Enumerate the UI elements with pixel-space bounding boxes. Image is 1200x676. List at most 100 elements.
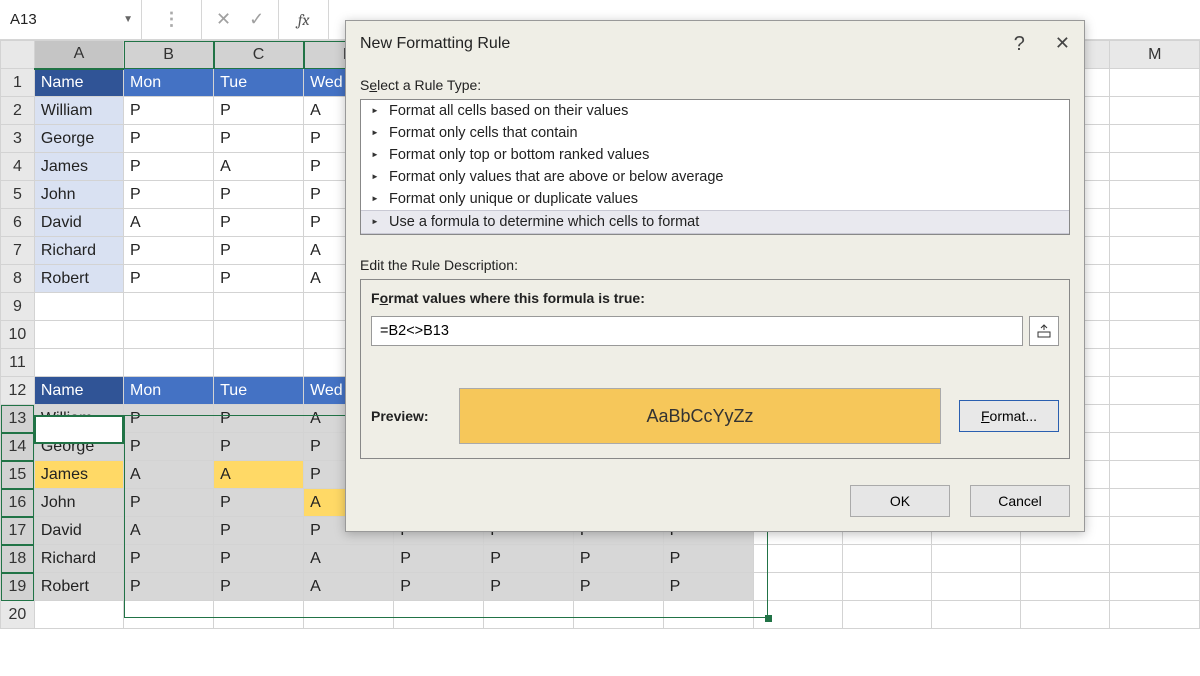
cell-C17[interactable]: P — [214, 517, 304, 545]
row-header-16[interactable]: 16 — [1, 489, 35, 517]
cell-D19[interactable]: A — [304, 573, 394, 601]
row-header-6[interactable]: 6 — [1, 209, 35, 237]
cell-B1[interactable]: Mon — [124, 69, 214, 97]
cell-A10[interactable] — [34, 321, 123, 349]
row-header-13[interactable]: 13 — [1, 405, 35, 433]
rule-type-option-5[interactable]: Use a formula to determine which cells t… — [361, 210, 1069, 234]
cell-F20[interactable] — [484, 601, 574, 629]
cell-I18[interactable] — [753, 545, 842, 573]
cell-E18[interactable]: P — [394, 545, 484, 573]
dialog-titlebar[interactable]: New Formatting Rule ? ✕ — [346, 21, 1084, 67]
cell-M20[interactable] — [1110, 601, 1200, 629]
cell-M3[interactable] — [1110, 125, 1200, 153]
select-all-corner[interactable] — [1, 41, 35, 69]
cell-M11[interactable] — [1110, 349, 1200, 377]
cell-M19[interactable] — [1110, 573, 1200, 601]
cell-F19[interactable]: P — [484, 573, 574, 601]
cell-G19[interactable]: P — [573, 573, 663, 601]
row-header-14[interactable]: 14 — [1, 433, 35, 461]
cell-C13[interactable]: P — [214, 405, 304, 433]
col-header-A[interactable]: A — [34, 41, 123, 69]
cell-E20[interactable] — [394, 601, 484, 629]
cell-G18[interactable]: P — [573, 545, 663, 573]
name-box[interactable]: A13 ▼ — [0, 0, 142, 39]
cell-E19[interactable]: P — [394, 573, 484, 601]
col-header-B[interactable]: B — [124, 41, 214, 69]
cell-B3[interactable]: P — [124, 125, 214, 153]
cell-C10[interactable] — [214, 321, 304, 349]
cell-M5[interactable] — [1110, 181, 1200, 209]
cell-A18[interactable]: Richard — [34, 545, 123, 573]
col-header-C[interactable]: C — [214, 41, 304, 69]
cell-C6[interactable]: P — [214, 209, 304, 237]
cell-C11[interactable] — [214, 349, 304, 377]
row-header-1[interactable]: 1 — [1, 69, 35, 97]
cell-A17[interactable]: David — [34, 517, 123, 545]
cell-B19[interactable]: P — [124, 573, 214, 601]
rule-type-option-4[interactable]: Format only unique or duplicate values — [361, 188, 1069, 210]
cell-C4[interactable]: A — [214, 153, 304, 181]
cell-H20[interactable] — [663, 601, 753, 629]
chevron-down-icon[interactable]: ▼ — [123, 14, 133, 25]
cell-A5[interactable]: John — [34, 181, 123, 209]
cell-B4[interactable]: P — [124, 153, 214, 181]
format-button[interactable]: Format... — [959, 400, 1059, 432]
cell-B15[interactable]: A — [124, 461, 214, 489]
formula-input[interactable] — [371, 316, 1023, 346]
rule-type-list[interactable]: Format all cells based on their valuesFo… — [360, 99, 1070, 235]
cell-K20[interactable] — [931, 601, 1020, 629]
cell-K18[interactable] — [931, 545, 1020, 573]
cell-A20[interactable] — [34, 601, 123, 629]
cancel-button[interactable]: Cancel — [970, 485, 1070, 517]
close-icon[interactable]: ✕ — [1055, 33, 1070, 56]
rule-type-option-1[interactable]: Format only cells that contain — [361, 122, 1069, 144]
row-header-18[interactable]: 18 — [1, 545, 35, 573]
cell-C1[interactable]: Tue — [214, 69, 304, 97]
row-header-12[interactable]: 12 — [1, 377, 35, 405]
cell-M2[interactable] — [1110, 97, 1200, 125]
cell-C7[interactable]: P — [214, 237, 304, 265]
cell-M1[interactable] — [1110, 69, 1200, 97]
row-header-11[interactable]: 11 — [1, 349, 35, 377]
cell-B13[interactable]: P — [124, 405, 214, 433]
cell-D18[interactable]: A — [304, 545, 394, 573]
row-header-8[interactable]: 8 — [1, 265, 35, 293]
cell-A15[interactable]: James — [34, 461, 123, 489]
cell-A19[interactable]: Robert — [34, 573, 123, 601]
row-header-3[interactable]: 3 — [1, 125, 35, 153]
cell-C20[interactable] — [214, 601, 304, 629]
cell-A8[interactable]: Robert — [34, 265, 123, 293]
cell-C16[interactable]: P — [214, 489, 304, 517]
cell-J20[interactable] — [842, 601, 931, 629]
cell-M6[interactable] — [1110, 209, 1200, 237]
cell-B18[interactable]: P — [124, 545, 214, 573]
cell-I19[interactable] — [753, 573, 842, 601]
cell-B2[interactable]: P — [124, 97, 214, 125]
cell-M7[interactable] — [1110, 237, 1200, 265]
cell-M13[interactable] — [1110, 405, 1200, 433]
cell-A6[interactable]: David — [34, 209, 123, 237]
cell-G20[interactable] — [573, 601, 663, 629]
cell-A2[interactable]: William — [34, 97, 123, 125]
cell-B17[interactable]: A — [124, 517, 214, 545]
cell-B8[interactable]: P — [124, 265, 214, 293]
cell-C18[interactable]: P — [214, 545, 304, 573]
cell-B16[interactable]: P — [124, 489, 214, 517]
row-header-9[interactable]: 9 — [1, 293, 35, 321]
cell-L20[interactable] — [1021, 601, 1110, 629]
cell-M18[interactable] — [1110, 545, 1200, 573]
cell-C9[interactable] — [214, 293, 304, 321]
cell-M12[interactable] — [1110, 377, 1200, 405]
rule-type-option-2[interactable]: Format only top or bottom ranked values — [361, 144, 1069, 166]
row-header-10[interactable]: 10 — [1, 321, 35, 349]
cell-A14[interactable]: George — [34, 433, 123, 461]
cell-B9[interactable] — [124, 293, 214, 321]
cell-A11[interactable] — [34, 349, 123, 377]
cell-C14[interactable]: P — [214, 433, 304, 461]
row-header-20[interactable]: 20 — [1, 601, 35, 629]
cell-C12[interactable]: Tue — [214, 377, 304, 405]
row-header-4[interactable]: 4 — [1, 153, 35, 181]
cell-M8[interactable] — [1110, 265, 1200, 293]
help-icon[interactable]: ? — [1014, 33, 1025, 56]
cell-J19[interactable] — [842, 573, 931, 601]
